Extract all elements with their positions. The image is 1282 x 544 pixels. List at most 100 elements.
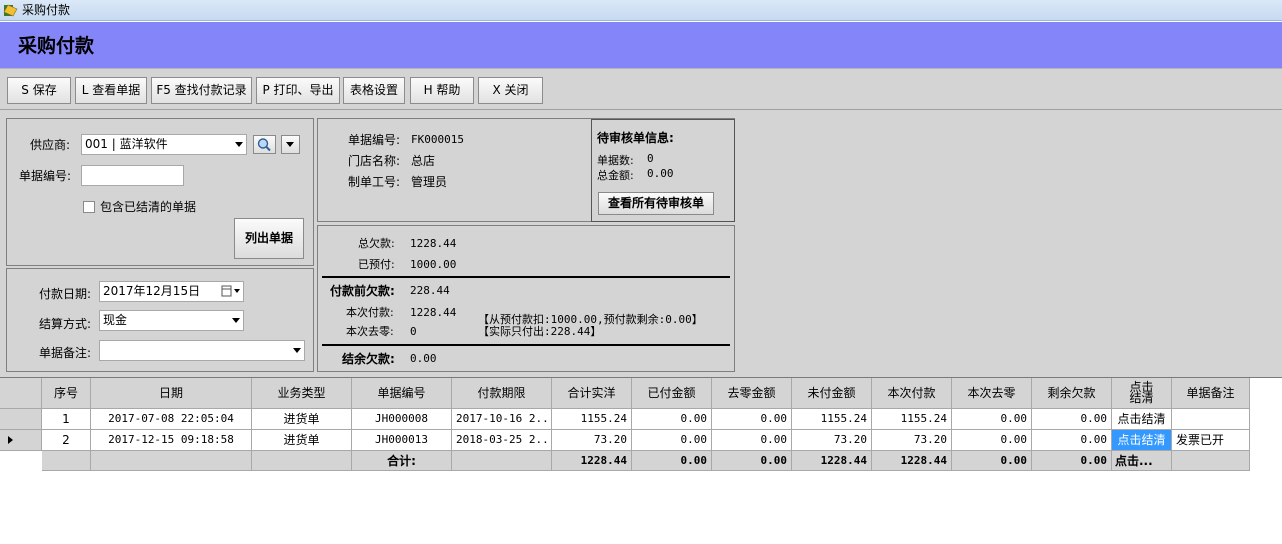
- total-cell: 0.00: [632, 451, 712, 471]
- table-cell[interactable]: 0.00: [952, 409, 1032, 430]
- this-payment-value: 1228.44: [410, 306, 457, 319]
- settle-link-selected[interactable]: 点击结清: [1112, 430, 1172, 451]
- table-cell[interactable]: 0.00: [632, 409, 712, 430]
- table-cell[interactable]: 0.00: [952, 430, 1032, 451]
- row-indicator[interactable]: [0, 430, 42, 451]
- operator-label: 制单工号:: [348, 175, 401, 189]
- settle-link[interactable]: 点击结清: [1112, 409, 1172, 430]
- table-cell[interactable]: 1155.24: [552, 409, 632, 430]
- table-cell[interactable]: 0.00: [1032, 430, 1112, 451]
- include-cleared-label: 包含已结清的单据: [100, 200, 197, 214]
- chevron-down-icon: [235, 142, 243, 147]
- debt-before-payment-value: 228.44: [410, 284, 450, 297]
- table-cell[interactable]: [1172, 409, 1250, 430]
- app-icon: [3, 4, 18, 17]
- pending-title: 待审核单信息:: [597, 131, 674, 145]
- settlement-method-select[interactable]: 现金: [99, 310, 244, 331]
- supplier-select[interactable]: 001 | 蓝洋软件: [81, 134, 247, 155]
- order-no-info-value: FK000015: [411, 133, 464, 146]
- column-header[interactable]: 单据编号: [352, 378, 452, 409]
- table-cell[interactable]: 1155.24: [792, 409, 872, 430]
- settlement-method-label: 结算方式:: [39, 317, 92, 331]
- pending-amount-value: 0.00: [647, 167, 674, 180]
- table-cell[interactable]: 进货单: [252, 409, 352, 430]
- column-header[interactable]: 点击 结清: [1112, 378, 1172, 409]
- table-cell[interactable]: 0.00: [712, 430, 792, 451]
- table-cell[interactable]: 73.20: [552, 430, 632, 451]
- payment-grid: 序号 日期 业务类型 单据编号 付款期限 合计实洋 已付金额 去零金额 未付金额…: [0, 378, 1282, 544]
- actual-paid-note: 【实际只付出:228.44】: [478, 325, 602, 338]
- prepaid-label: 已预付:: [358, 258, 395, 271]
- column-header[interactable]: 已付金额: [632, 378, 712, 409]
- view-pending-orders-button[interactable]: 查看所有待审核单: [598, 192, 714, 215]
- supplier-search-button[interactable]: [253, 135, 276, 154]
- column-header[interactable]: 单据备注: [1172, 378, 1250, 409]
- table-cell[interactable]: 0.00: [712, 409, 792, 430]
- payment-date-picker[interactable]: 2017年12月15日: [99, 281, 244, 302]
- round-off-label: 本次去零:: [346, 325, 394, 338]
- pending-count-label: 单据数:: [597, 154, 634, 167]
- current-row-arrow-icon: [8, 436, 13, 444]
- store-name-value: 总店: [411, 154, 436, 168]
- table-cell[interactable]: 73.20: [872, 430, 952, 451]
- settlement-method-value: 现金: [103, 313, 128, 327]
- help-button[interactable]: H 帮助: [410, 77, 474, 104]
- table-cell[interactable]: 发票已开: [1172, 430, 1250, 451]
- column-header[interactable]: 付款期限: [452, 378, 552, 409]
- include-cleared-checkbox[interactable]: [83, 201, 95, 213]
- total-cell: 0.00: [1032, 451, 1112, 471]
- total-cell: 1228.44: [792, 451, 872, 471]
- table-cell[interactable]: 2: [42, 430, 91, 451]
- list-orders-button[interactable]: 列出单据: [234, 218, 304, 259]
- table-cell[interactable]: JH000008: [352, 409, 452, 430]
- table-cell[interactable]: 0.00: [1032, 409, 1112, 430]
- column-header[interactable]: 未付金额: [792, 378, 872, 409]
- table-cell[interactable]: 1: [42, 409, 91, 430]
- debt-before-payment-label: 付款前欠款:: [330, 284, 395, 298]
- order-no-input[interactable]: [81, 165, 184, 186]
- pending-count-value: 0: [647, 152, 654, 165]
- divider: [322, 276, 730, 278]
- total-cell: [42, 451, 91, 471]
- column-header[interactable]: 日期: [91, 378, 252, 409]
- prepaid-value: 1000.00: [410, 258, 457, 271]
- table-cell[interactable]: 2017-07-08 22:05:04: [91, 409, 252, 430]
- view-order-button[interactable]: L 查看单据: [75, 77, 147, 104]
- table-cell[interactable]: 73.20: [792, 430, 872, 451]
- close-button[interactable]: X 关闭: [478, 77, 543, 104]
- toolbar: S 保存 L 查看单据 F5 查找付款记录 P 打印、导出 表格设置 H 帮助 …: [0, 68, 1282, 110]
- table-cell[interactable]: 1155.24: [872, 409, 952, 430]
- table-cell[interactable]: JH000013: [352, 430, 452, 451]
- column-header[interactable]: 本次付款: [872, 378, 952, 409]
- column-header[interactable]: 业务类型: [252, 378, 352, 409]
- pending-amount-label: 总金额:: [597, 169, 634, 182]
- table-cell[interactable]: 2017-12-15 09:18:58: [91, 430, 252, 451]
- window-title-bar: 采购付款: [0, 0, 1282, 21]
- column-header[interactable]: 序号: [42, 378, 91, 409]
- table-cell[interactable]: 进货单: [252, 430, 352, 451]
- round-off-value: 0: [410, 325, 417, 338]
- order-no-info-label: 单据编号:: [348, 133, 401, 147]
- column-header[interactable]: 剩余欠款: [1032, 378, 1112, 409]
- table-settings-button[interactable]: 表格设置: [343, 77, 405, 104]
- column-header[interactable]: 合计实洋: [552, 378, 632, 409]
- table-cell[interactable]: 2017-10-16 2...: [452, 409, 552, 430]
- column-header[interactable]: 本次去零: [952, 378, 1032, 409]
- payment-date-label: 付款日期:: [39, 287, 92, 301]
- filter-panel: 供应商: 001 | 蓝洋软件 单据编号: 包含已结清的单据 列出单据: [6, 118, 314, 266]
- remark-select[interactable]: [99, 340, 305, 361]
- operator-value: 管理员: [411, 175, 448, 189]
- column-header[interactable]: 去零金额: [712, 378, 792, 409]
- total-cell: [252, 451, 352, 471]
- table-cell[interactable]: 0.00: [632, 430, 712, 451]
- window-title: 采购付款: [22, 3, 71, 17]
- form-area: 供应商: 001 | 蓝洋软件 单据编号: 包含已结清的单据 列出单据 付款日期…: [0, 110, 1282, 378]
- find-payment-records-button[interactable]: F5 查找付款记录: [151, 77, 252, 104]
- row-indicator[interactable]: [0, 409, 42, 430]
- save-button[interactable]: S 保存: [7, 77, 71, 104]
- supplier-dropdown-button[interactable]: [281, 135, 300, 154]
- table-cell[interactable]: 2018-03-25 2...: [452, 430, 552, 451]
- print-export-button[interactable]: P 打印、导出: [256, 77, 340, 104]
- grid-row-indicator-header: [0, 378, 42, 409]
- page-title: 采购付款: [18, 35, 95, 57]
